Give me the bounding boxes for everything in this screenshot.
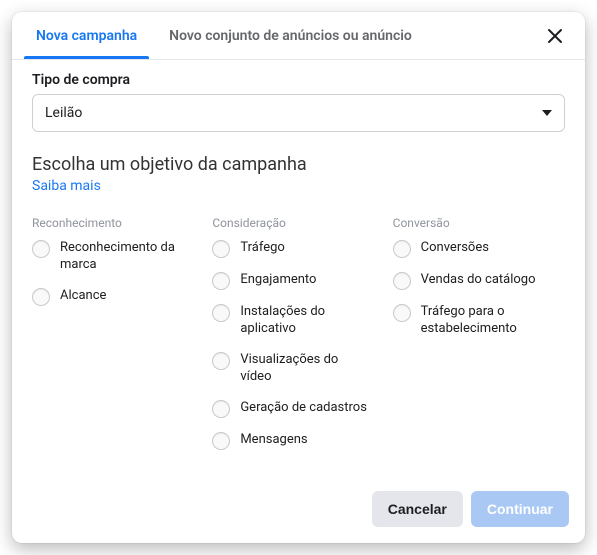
option-label: Vendas do catálogo bbox=[421, 272, 536, 289]
objective-title: Escolha um objetivo da campanha bbox=[32, 154, 565, 175]
close-button[interactable] bbox=[537, 18, 573, 54]
column-header-conversion: Conversão bbox=[393, 216, 565, 230]
tab-new-adset-or-ad[interactable]: Novo conjunto de anúncios ou anúncio bbox=[153, 14, 428, 58]
radio-icon bbox=[212, 272, 230, 290]
option-conversions[interactable]: Conversões bbox=[393, 240, 565, 258]
radio-icon bbox=[393, 304, 411, 322]
modal-footer: Cancelar Continuar bbox=[12, 479, 585, 543]
objective-columns: Reconhecimento Reconhecimento da marca A… bbox=[32, 216, 565, 464]
option-video-views[interactable]: Visualizações do vídeo bbox=[212, 352, 384, 386]
close-icon bbox=[547, 28, 563, 44]
option-catalog-sales[interactable]: Vendas do catálogo bbox=[393, 272, 565, 290]
radio-icon bbox=[32, 240, 50, 258]
option-lead-generation[interactable]: Geração de cadastros bbox=[212, 400, 384, 418]
option-brand-awareness[interactable]: Reconhecimento da marca bbox=[32, 240, 204, 274]
radio-icon bbox=[212, 400, 230, 418]
purchase-type-label: Tipo de compra bbox=[32, 72, 565, 88]
purchase-type-value: Leilão bbox=[45, 105, 82, 121]
option-messages[interactable]: Mensagens bbox=[212, 432, 384, 450]
radio-icon bbox=[212, 304, 230, 322]
option-label: Tráfego para o estabelecimento bbox=[421, 304, 551, 338]
continue-button[interactable]: Continuar bbox=[471, 491, 569, 527]
radio-icon bbox=[212, 432, 230, 450]
option-label: Geração de cadastros bbox=[240, 400, 367, 417]
column-header-awareness: Reconhecimento bbox=[32, 216, 204, 230]
column-conversion: Conversão Conversões Vendas do catálogo … bbox=[393, 216, 565, 464]
modal-tabs: Nova campanha Novo conjunto de anúncios … bbox=[12, 12, 585, 60]
column-consideration: Consideração Tráfego Engajamento Instala… bbox=[212, 216, 384, 464]
option-store-traffic[interactable]: Tráfego para o estabelecimento bbox=[393, 304, 565, 338]
chevron-down-icon bbox=[542, 110, 552, 116]
learn-more-link[interactable]: Saiba mais bbox=[32, 178, 101, 194]
option-engagement[interactable]: Engajamento bbox=[212, 272, 384, 290]
option-label: Engajamento bbox=[240, 272, 316, 289]
option-label: Alcance bbox=[60, 288, 106, 305]
option-label: Conversões bbox=[421, 240, 489, 257]
option-traffic[interactable]: Tráfego bbox=[212, 240, 384, 258]
radio-icon bbox=[212, 352, 230, 370]
radio-icon bbox=[393, 240, 411, 258]
option-label: Visualizações do vídeo bbox=[240, 352, 370, 386]
modal-content: Tipo de compra Leilão Escolha um objetiv… bbox=[12, 60, 585, 479]
radio-icon bbox=[32, 288, 50, 306]
radio-icon bbox=[212, 240, 230, 258]
purchase-type-select[interactable]: Leilão bbox=[32, 94, 565, 132]
option-label: Reconhecimento da marca bbox=[60, 240, 190, 274]
column-awareness: Reconhecimento Reconhecimento da marca A… bbox=[32, 216, 204, 464]
cancel-button[interactable]: Cancelar bbox=[372, 491, 463, 527]
option-reach[interactable]: Alcance bbox=[32, 288, 204, 306]
option-label: Tráfego bbox=[240, 240, 284, 257]
option-label: Mensagens bbox=[240, 432, 307, 449]
radio-icon bbox=[393, 272, 411, 290]
tab-new-campaign[interactable]: Nova campanha bbox=[20, 14, 153, 58]
option-label: Instalações do aplicativo bbox=[240, 304, 370, 338]
column-header-consideration: Consideração bbox=[212, 216, 384, 230]
option-app-installs[interactable]: Instalações do aplicativo bbox=[212, 304, 384, 338]
create-campaign-modal: Nova campanha Novo conjunto de anúncios … bbox=[12, 12, 585, 543]
